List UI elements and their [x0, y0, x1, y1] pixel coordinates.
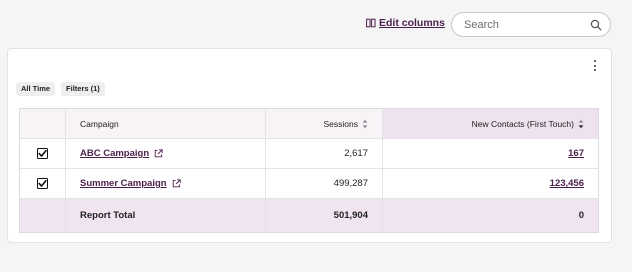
campaign-cell: ABC Campaign: [66, 139, 266, 168]
row-select-cell: [20, 169, 66, 198]
total-row: Report Total 501,904 0: [20, 199, 598, 232]
column-header-label: New Contacts (First Touch): [471, 118, 574, 129]
campaign-cell: Summer Campaign: [66, 169, 266, 198]
sessions-cell: 499,287: [266, 169, 383, 198]
columns-icon: [366, 18, 376, 28]
total-new-contacts-value: 0: [578, 210, 584, 221]
column-header-new-contacts[interactable]: New Contacts (First Touch): [383, 109, 598, 138]
search-box[interactable]: [451, 12, 611, 37]
search-icon[interactable]: [590, 19, 602, 31]
checkmark-icon: [38, 180, 47, 187]
total-sessions-cell: 501,904: [266, 199, 383, 232]
search-input[interactable]: [462, 17, 590, 32]
total-sessions-value: 501,904: [333, 210, 368, 221]
sessions-value: 499,287: [333, 178, 368, 189]
external-link-icon[interactable]: [172, 179, 181, 188]
column-header-label: Campaign: [80, 118, 119, 129]
total-select-cell: [20, 199, 66, 232]
new-contacts-link[interactable]: 123,456: [550, 178, 584, 189]
sort-descending-icon[interactable]: [578, 119, 584, 129]
row-checkbox[interactable]: [37, 178, 48, 189]
new-contacts-cell: 123,456: [383, 169, 598, 198]
date-range-chip[interactable]: All Time: [16, 82, 56, 96]
edit-columns-button[interactable]: Edit columns: [366, 17, 445, 29]
campaign-link[interactable]: Summer Campaign: [80, 178, 167, 189]
external-link-icon[interactable]: [154, 149, 163, 158]
toolbar: Edit columns: [0, 12, 632, 38]
column-header-sessions[interactable]: Sessions: [266, 109, 383, 138]
sessions-value: 2,617: [344, 148, 368, 159]
total-label: Report Total: [80, 210, 136, 221]
campaign-link[interactable]: ABC Campaign: [80, 148, 149, 159]
row-checkbox[interactable]: [37, 148, 48, 159]
edit-columns-label: Edit columns: [379, 17, 445, 29]
table-header: Campaign Sessions New Contacts (First To…: [20, 109, 598, 139]
table-row: Summer Campaign 499,287 123,456: [20, 169, 598, 199]
total-label-cell: Report Total: [66, 199, 266, 232]
filter-chips: All Time Filters (1): [16, 82, 105, 96]
row-select-cell: [20, 139, 66, 168]
new-contacts-link[interactable]: 167: [568, 148, 584, 159]
campaign-table: Campaign Sessions New Contacts (First To…: [19, 108, 599, 233]
column-header-label: Sessions: [323, 118, 359, 129]
checkmark-icon: [38, 150, 47, 157]
table-row: ABC Campaign 2,617 167: [20, 139, 598, 169]
sessions-cell: 2,617: [266, 139, 383, 168]
header-select-cell: [20, 109, 66, 138]
new-contacts-cell: 167: [383, 139, 598, 168]
more-options-icon[interactable]: [592, 60, 598, 74]
sort-icon[interactable]: [362, 119, 368, 129]
total-new-contacts-cell: 0: [383, 199, 598, 232]
column-header-campaign[interactable]: Campaign: [66, 109, 266, 138]
filters-chip[interactable]: Filters (1): [61, 82, 105, 96]
